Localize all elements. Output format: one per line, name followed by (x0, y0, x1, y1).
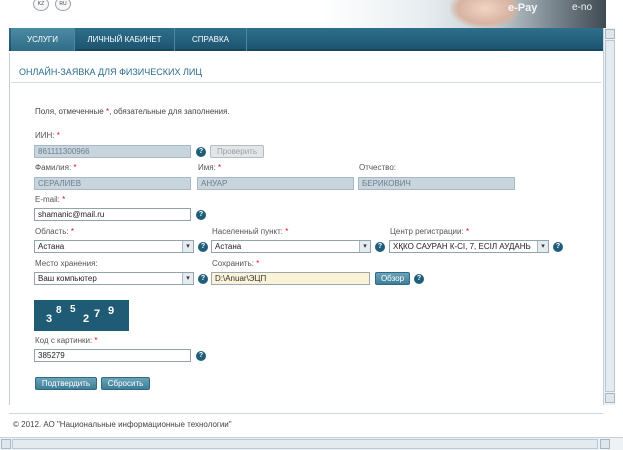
submit-button[interactable]: Подтвердить (35, 377, 97, 390)
chevron-down-icon[interactable]: ▾ (537, 241, 548, 252)
save-help-icon[interactable]: ? (414, 274, 424, 284)
save-path-input[interactable]: D:\Anuar\ЭЦП (211, 272, 370, 285)
scroll-right-arrow-icon[interactable] (600, 439, 610, 449)
region-label-text: Область: (35, 227, 69, 236)
save-required-star: * (256, 259, 260, 268)
hscroll-thumb[interactable] (12, 439, 598, 449)
note-prefix: Поля, отмеченные (35, 107, 104, 116)
reg-center-select-value: ХҚКО САУРАН К-СІ, 7, ЕСІЛ АУДАНЬ (393, 242, 531, 251)
reg-center-label: Центр регистрации: * (390, 227, 469, 236)
name-label-text: Имя: (198, 163, 216, 172)
captcha-digit: 3 (46, 313, 53, 325)
locality-help-icon[interactable]: ? (375, 242, 385, 252)
surname-required-star: * (73, 163, 77, 172)
note-suffix: , обязательные для заполнения. (109, 107, 230, 116)
locality-required-star: * (285, 227, 289, 236)
save-label-text: Сохранить: (212, 259, 254, 268)
captcha-digit: 9 (108, 305, 115, 317)
scroll-up-arrow-icon[interactable] (605, 29, 615, 39)
main-nav: УСЛУГИ ЛИЧНЫЙ КАБИНЕТ СПРАВКА (9, 28, 603, 51)
reg-center-required-star: * (465, 227, 470, 236)
scroll-down-arrow-icon[interactable] (605, 393, 615, 403)
storage-help-icon[interactable]: ? (198, 274, 208, 284)
captcha-digit: 7 (94, 308, 101, 320)
footer-copyright: © 2012. АО "Национальные информационные … (13, 420, 232, 429)
captcha-help-icon[interactable]: ? (196, 351, 206, 361)
locality-select[interactable]: Астана ▾ (211, 240, 371, 253)
region-label: Область: * (35, 227, 74, 236)
reg-center-select[interactable]: ХҚКО САУРАН К-СІ, 7, ЕСІЛ АУДАНЬ ▾ (389, 240, 549, 253)
header-banner: e-Pay e-no (322, 0, 606, 28)
iin-label-text: ИИН: (35, 131, 55, 140)
tab-personal-cabinet[interactable]: ЛИЧНЫЙ КАБИНЕТ (75, 28, 175, 51)
tab-services[interactable]: УСЛУГИ (11, 28, 75, 51)
reg-center-label-text: Центр регистрации: (390, 227, 464, 236)
iin-help-icon[interactable]: ? (196, 147, 206, 157)
captcha-code-input[interactable]: 385279 (34, 349, 191, 362)
email-label-text: E-mail: (35, 195, 60, 204)
title-divider (11, 82, 601, 83)
storage-label: Место хранения: (35, 259, 98, 268)
footer: © 2012. АО "Национальные информационные … (9, 413, 603, 435)
required-note: Поля, отмеченные *, обязательные для зап… (35, 107, 230, 116)
name-input[interactable]: АНУАР (197, 177, 354, 190)
region-select[interactable]: Астана ▾ (34, 240, 194, 253)
storage-select[interactable]: Ваш компьютер ▾ (34, 272, 194, 285)
tab-help[interactable]: СПРАВКА (175, 28, 247, 51)
browse-button[interactable]: Обзор (375, 272, 410, 285)
captcha-digit: 5 (70, 304, 76, 315)
region-help-icon[interactable]: ? (198, 242, 208, 252)
patronymic-label: Отчество: (359, 163, 396, 172)
captcha-code-label-text: Код с картинки: (35, 336, 93, 345)
iin-label: ИИН: * (35, 131, 60, 140)
lang-ru-button[interactable]: RU (55, 0, 71, 11)
locality-label-text: Населенный пункт: (212, 227, 284, 236)
captcha-digit: 8 (56, 305, 62, 316)
check-iin-button[interactable]: Проверить (210, 145, 264, 158)
scroll-thumb[interactable] (605, 40, 615, 392)
email-help-icon[interactable]: ? (196, 210, 206, 220)
captcha-image: 3 8 5 2 7 9 (34, 300, 129, 331)
iin-input[interactable]: 861111300966 (34, 145, 191, 158)
email-input[interactable]: shamanic@mail.ru (34, 208, 191, 221)
horizontal-scrollbar[interactable] (0, 437, 623, 450)
email-required-star: * (62, 195, 66, 204)
iin-required-star: * (56, 131, 60, 140)
banner-eno-logo: e-no (572, 2, 593, 13)
storage-select-value: Ваш компьютер (38, 274, 97, 283)
surname-label: Фамилия: * (35, 163, 77, 172)
captcha-required-star: * (94, 336, 98, 345)
scroll-left-arrow-icon[interactable] (1, 439, 11, 449)
name-label: Имя: * (198, 163, 221, 172)
email-label: E-mail: * (35, 195, 65, 204)
reset-button[interactable]: Сбросить (101, 377, 150, 390)
surname-label-text: Фамилия: (35, 163, 72, 172)
lang-kz-button[interactable]: KZ (33, 0, 49, 11)
chevron-down-icon[interactable]: ▾ (182, 273, 193, 284)
captcha-code-label: Код с картинки: * (35, 336, 98, 345)
chevron-down-icon[interactable]: ▾ (182, 241, 193, 252)
region-required-star: * (70, 227, 74, 236)
patronymic-input[interactable]: БЕРИКОВИЧ (358, 177, 515, 190)
banner-epay-logo: e-Pay (508, 2, 538, 14)
vertical-scrollbar[interactable] (603, 28, 615, 405)
locality-select-value: Астана (215, 242, 242, 251)
captcha-digit: 2 (83, 313, 90, 325)
region-select-value: Астана (38, 242, 65, 251)
locality-label: Населенный пункт: * (212, 227, 288, 236)
page-title: ОНЛАЙН-ЗАЯВКА ДЛЯ ФИЗИЧЕСКИХ ЛИЦ (19, 67, 203, 77)
surname-input[interactable]: СЕРАЛИЕВ (34, 177, 191, 190)
chevron-down-icon[interactable]: ▾ (359, 241, 370, 252)
reg-center-help-icon[interactable]: ? (553, 242, 563, 252)
header: KZ RU e-Pay e-no (0, 0, 623, 28)
save-label: Сохранить: * (212, 259, 259, 268)
name-required-star: * (218, 163, 222, 172)
